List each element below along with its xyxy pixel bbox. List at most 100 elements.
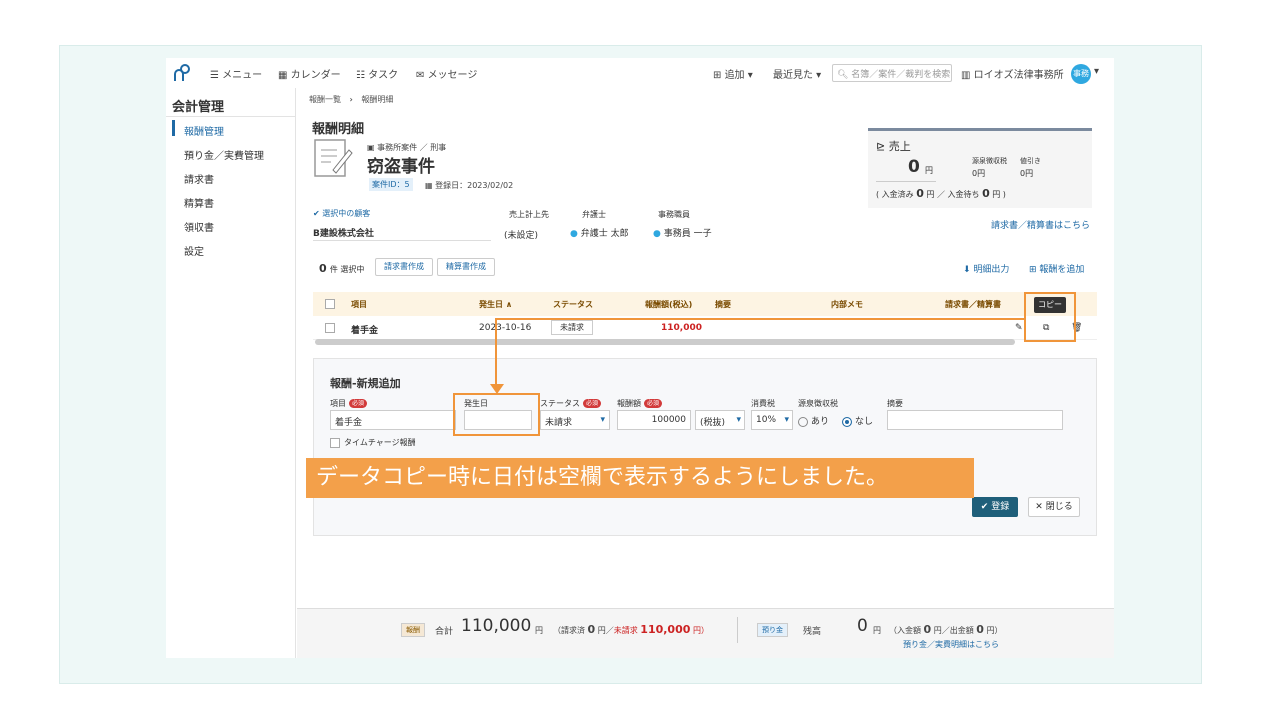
sidebar: 会計管理 報酬管理 預り金／実費管理 請求書 精算書 領収書 設定 [166, 88, 296, 658]
col-memo[interactable]: 摘要 [715, 299, 731, 310]
horizontal-scrollbar[interactable] [315, 339, 1015, 345]
plus-square-icon: ⊞ [1029, 265, 1040, 275]
memo-input[interactable] [887, 410, 1063, 430]
create-invoice-button[interactable]: 請求書作成 [375, 258, 433, 276]
arrow-head-icon [490, 384, 504, 394]
save-button[interactable]: ✔ 登録 [972, 497, 1018, 517]
form-title: 報酬-新規追加 [330, 377, 401, 390]
sales-title: ⊵ 売上 [876, 140, 911, 153]
case-id-badge: 案件ID：5 [369, 178, 413, 191]
sidebar-item-fee[interactable]: 報酬管理 [184, 123, 224, 138]
arrow-vertical [495, 318, 497, 386]
sidebar-item-invoice[interactable]: 請求書 [184, 171, 214, 186]
recent-menu[interactable]: 最近見た ▾ [773, 66, 821, 81]
col-invoice[interactable]: 請求書／精算書 [945, 299, 1001, 310]
deposit-link[interactable]: 預り金／実費明細はこちら [903, 639, 999, 650]
timecharge-checkbox[interactable]: タイムチャージ報酬 [330, 437, 416, 448]
user-icon: ● [653, 229, 661, 239]
table-header: 項目 発生日 ∧ ステータス 報酬額(税込) 摘要 内部メモ 請求書／精算書 [313, 292, 1097, 316]
client-underline [313, 240, 491, 241]
tax-select[interactable]: 10% ▾ [751, 410, 793, 430]
sidebar-item-settlement[interactable]: 精算書 [184, 195, 214, 210]
sales-panel: ⊵ 売上 0 円 源泉徴収税 0円 値引き 0円 ( 入金済み 0 円 ／ 入金… [868, 128, 1092, 208]
checkbox-icon [330, 437, 340, 448]
building-icon: ▥ [961, 70, 974, 81]
sidebar-item-settings[interactable]: 設定 [184, 243, 204, 258]
inout-summary: （入金額 0 円／出金額 0 円） [889, 623, 1003, 636]
case-name[interactable]: 窃盗事件 [367, 152, 435, 177]
col-status[interactable]: ステータス [553, 299, 593, 310]
office-selector[interactable]: ▥ ロイオズ法律事務所 [961, 66, 1064, 81]
lawyer-value[interactable]: ● 弁護士 太郎 [570, 226, 629, 239]
deposit-badge: 預り金 [757, 623, 788, 637]
breadcrumb-separator: › [349, 95, 353, 104]
invoice-link[interactable]: 請求書／精算書はこちら [991, 218, 1090, 231]
row-date: 2023-10-16 [479, 323, 532, 333]
edit-icon[interactable]: ✎ [1015, 323, 1023, 333]
sales-yen: 円 [925, 166, 933, 175]
client-name[interactable]: B建設株式会社 [313, 226, 374, 239]
radio-on-icon [842, 416, 852, 427]
date-highlight-box [453, 393, 540, 436]
close-button[interactable]: ✕ 閉じる [1028, 497, 1080, 517]
total-amount: 110,000 [461, 616, 532, 636]
app-logo-icon[interactable] [172, 63, 192, 83]
withholding-yes-radio[interactable]: あり [798, 414, 829, 427]
withholding-no-radio[interactable]: なし [842, 414, 873, 427]
sidebar-item-deposit[interactable]: 預り金／実費管理 [184, 147, 264, 162]
lawyer-label: 弁護士 [582, 210, 606, 219]
memo-label: 摘要 [887, 399, 903, 408]
list-icon: ☷ [356, 70, 369, 81]
mail-icon: ✉ [416, 70, 428, 81]
balance-label: 残高 [803, 627, 822, 637]
status-select[interactable]: 未請求 ▾ [540, 410, 610, 430]
add-menu[interactable]: ⊞ 追加 ▾ [713, 66, 753, 81]
sales-dest-label: 売上計上先 [509, 210, 549, 219]
close-icon: ✕ [1035, 502, 1046, 512]
avatar-chevron-icon[interactable]: ▾ [1094, 66, 1099, 77]
menu-button[interactable]: ☰ メニュー [210, 66, 262, 81]
summary-footer: 報酬 合計 110,000 円 （請求済 0 円／未請求 110,000 円） … [297, 608, 1114, 658]
main-content: 報酬一覧 › 報酬明細 報酬明細 ▣ 事務所案件 ／ 刑事 窃盗事件 案件ID：… [297, 88, 1114, 658]
footer-divider [737, 617, 738, 643]
calendar-button[interactable]: ▦ カレンダー [278, 66, 341, 81]
check-icon: ✔ [980, 502, 992, 512]
row-item: 着手金 [351, 326, 379, 336]
col-date[interactable]: 発生日 ∧ [479, 299, 512, 310]
download-icon: ⬇ [963, 265, 974, 275]
sidebar-title: 会計管理 [172, 100, 225, 115]
caret-down-icon: ▾ [600, 415, 605, 425]
add-fee-button[interactable]: ⊞ 報酬を追加 [1029, 262, 1084, 275]
radio-off-icon [798, 416, 808, 427]
caret-down-icon: ▾ [784, 415, 789, 425]
registered-date: ▦ 登録日：2023/02/02 [425, 181, 514, 190]
item-input[interactable]: 着手金 [330, 410, 456, 430]
breadcrumb-current: 報酬明細 [361, 95, 394, 104]
amount-label: 報酬額 必須 [617, 398, 663, 409]
user-avatar[interactable]: 事務 [1071, 64, 1091, 84]
col-item[interactable]: 項目 [351, 299, 367, 310]
row-checkbox[interactable] [325, 323, 335, 333]
message-button[interactable]: ✉ メッセージ [416, 66, 477, 81]
col-amount[interactable]: 報酬額(税込) [645, 299, 692, 310]
payment-status: ( 入金済み 0 円 ／ 入金待ち 0 円 ) [876, 187, 1006, 200]
check-circle-icon: ✔ [313, 209, 323, 218]
annotation-banner: データコピー時に日付は空欄で表示するようにしました。 [306, 458, 974, 498]
amount-input[interactable]: 100000 [617, 410, 691, 430]
global-search-input[interactable]: 🔍︎ 名簿／案件／裁判を検索 [832, 64, 952, 82]
sidebar-item-receipt[interactable]: 領収書 [184, 219, 214, 234]
col-internal-memo[interactable]: 内部メモ [831, 299, 863, 310]
breadcrumb-parent[interactable]: 報酬一覧 [309, 95, 341, 104]
export-button[interactable]: ⬇ 明細出力 [963, 262, 1009, 275]
copy-tooltip: コピー [1034, 297, 1066, 313]
sales-dest-value[interactable]: (未設定) [504, 228, 538, 241]
create-settlement-button[interactable]: 精算書作成 [437, 258, 495, 276]
task-button[interactable]: ☷ タスク [356, 66, 398, 81]
staff-value[interactable]: ● 事務員 一子 [653, 226, 712, 239]
hamburger-icon: ☰ [210, 70, 223, 81]
tax-mode-select[interactable]: (税抜) ▾ [695, 410, 745, 430]
client-label: ✔ 選択中の顧客 [313, 209, 371, 218]
tax-label: 消費税 [751, 399, 775, 408]
sales-amount: 0 [908, 157, 920, 177]
select-all-checkbox[interactable] [325, 299, 335, 309]
